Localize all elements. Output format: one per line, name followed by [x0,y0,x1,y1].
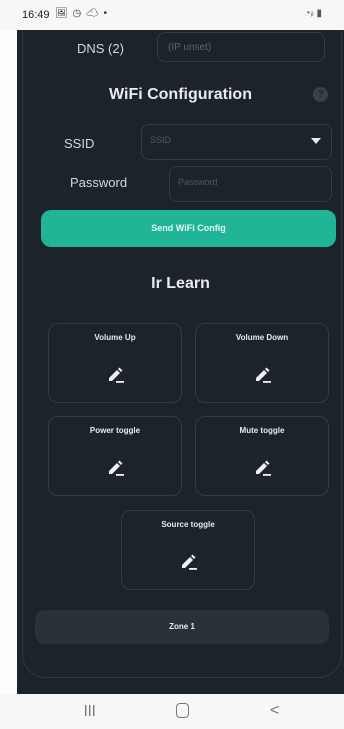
status-bar: 16:49 🖼 ◷ ☁ • ◔ᵢₗ ▮ [0,0,344,30]
ir-source-toggle-button[interactable]: Source toggle [121,510,255,590]
recents-icon[interactable] [83,704,96,717]
ir-mute-toggle-button[interactable]: Mute toggle [195,416,329,496]
zone-1-button[interactable]: Zone 1 [35,610,329,644]
pencil-icon [109,367,124,383]
ssid-placeholder: SSID [150,135,172,145]
pencil-icon [256,367,271,383]
app-screen: DNS (2) (IP unset) WiFi Configuration ? … [17,30,344,694]
ir-volume-down-button[interactable]: Volume Down [195,323,329,403]
send-wifi-config-button[interactable]: Send WiFi Config [41,210,336,247]
ir-button-label: Source toggle [161,520,215,529]
ir-power-toggle-button[interactable]: Power toggle [48,416,182,496]
ir-volume-up-button[interactable]: Volume Up [48,323,182,403]
pencil-icon [182,554,197,570]
ir-learn-title: Ir Learn [151,275,210,292]
status-time: 16:49 [22,9,50,21]
home-icon[interactable] [176,703,189,718]
system-nav-bar: < [0,694,344,729]
dns-field[interactable]: (IP unset) [157,32,325,62]
ir-button-label: Volume Down [235,333,289,342]
ir-button-label: Power toggle [89,426,141,435]
dns-label: DNS (2) [77,41,124,56]
wifi-title: WiFi Configuration [109,86,252,103]
chevron-down-icon [311,138,321,144]
ssid-label: SSID [64,136,95,151]
pencil-icon [109,460,124,476]
system-icons: ◔ᵢₗ ▮ [304,8,322,19]
ssid-select[interactable]: SSID [141,124,332,160]
notification-icons: 🖼 ◷ ☁ • [55,8,108,19]
password-field[interactable]: Password [169,166,332,202]
help-icon[interactable]: ? [313,87,328,102]
password-label: Password [70,175,128,190]
back-icon[interactable]: < [270,702,279,720]
ir-button-label: Volume Up [94,333,136,342]
ir-button-label: Mute toggle [239,426,285,435]
pencil-icon [256,460,271,476]
